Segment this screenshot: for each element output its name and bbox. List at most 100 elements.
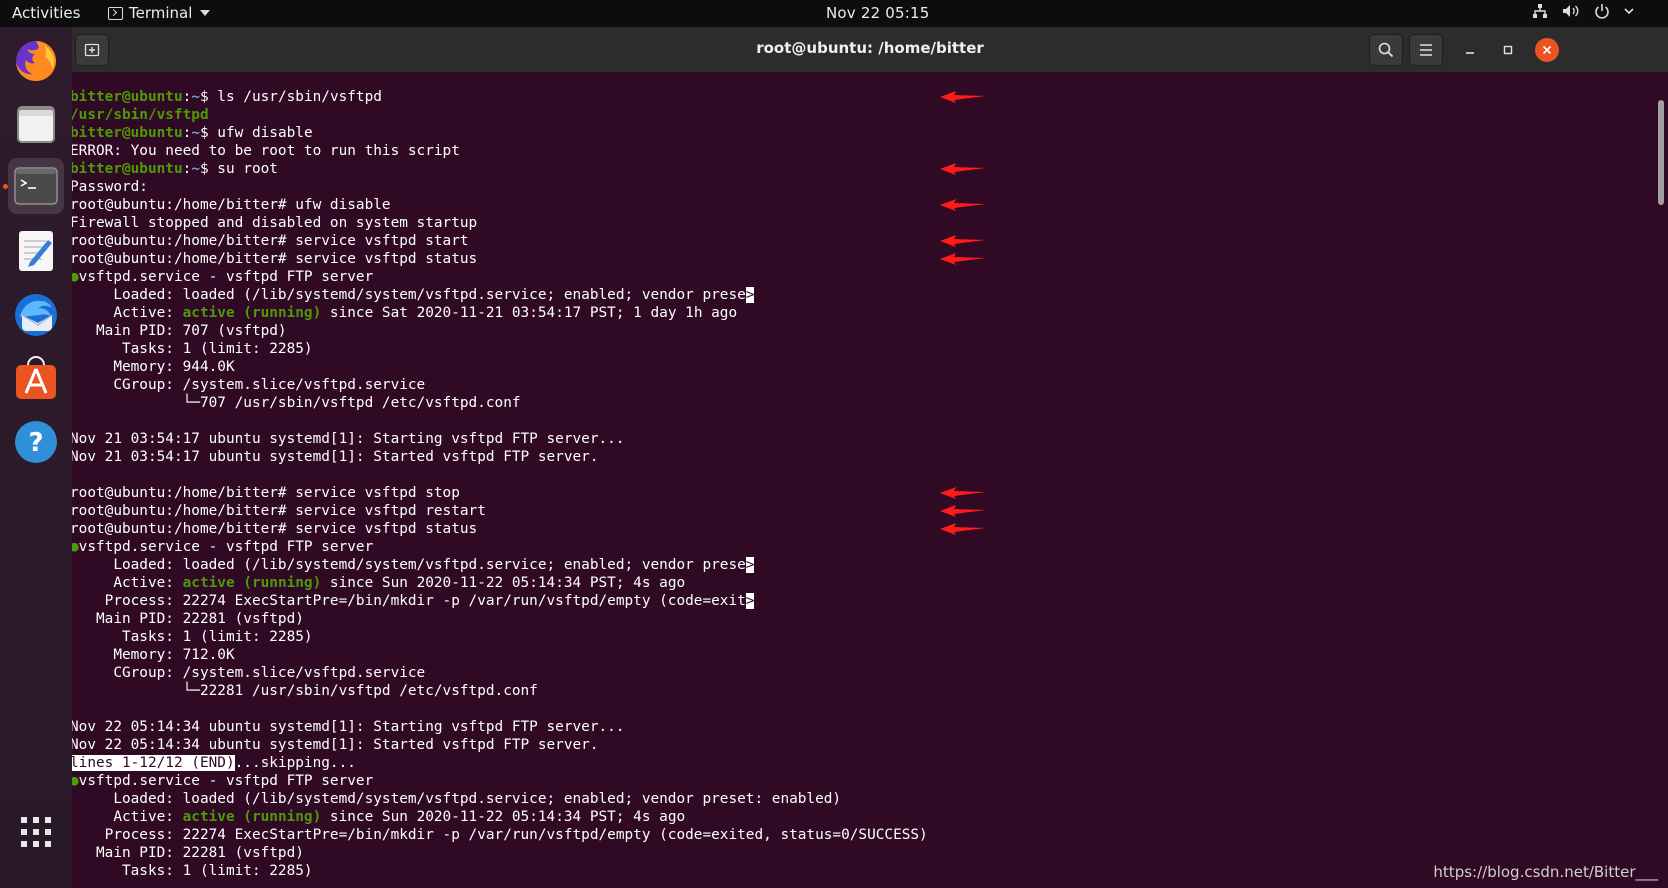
terminal-line: Tasks: 1 (limit: 2285): [72, 862, 928, 880]
red-arrow-annotation: [940, 523, 986, 535]
terminal-line: ●vsftpd.service - vsftpd FTP server: [72, 772, 928, 790]
terminal-text: :: [182, 89, 192, 105]
terminal-line: root@ubuntu:/home/bitter# service vsftpd…: [72, 502, 928, 520]
terminal-line: Main PID: 707 (vsftpd): [72, 322, 928, 340]
terminal-text: ~: [191, 125, 200, 141]
system-tray[interactable]: [1532, 3, 1634, 19]
minimize-button[interactable]: [1458, 38, 1482, 62]
terminal-text: /usr/sbin/vsftpd: [72, 107, 209, 123]
terminal-text: CGroup: /system.slice/vsftpd.service: [72, 377, 426, 393]
app-menu[interactable]: Terminal: [108, 4, 211, 22]
volume-icon[interactable]: [1562, 3, 1580, 19]
terminal-text: Tasks: 1 (limit: 2285): [72, 863, 313, 879]
terminal-text: Nov 21 03:54:17 ubuntu systemd[1]: Start…: [72, 431, 625, 447]
search-button[interactable]: [1369, 34, 1403, 66]
terminal-text: └─707 /usr/sbin/vsftpd /etc/vsftpd.conf: [72, 395, 521, 411]
dock-help[interactable]: ?: [8, 414, 64, 470]
terminal-text: root@ubuntu:/home/bitter# service vsftpd…: [72, 503, 486, 519]
dock-terminal[interactable]: [8, 158, 64, 214]
terminal-text: └─22281 /usr/sbin/vsftpd /etc/vsftpd.con…: [72, 683, 538, 699]
chevron-down-icon: [200, 10, 211, 16]
terminal-text: since Sun 2020-11-22 05:14:34 PST; 4s ag…: [321, 575, 686, 591]
terminal-line: Loaded: loaded (/lib/systemd/system/vsft…: [72, 556, 928, 574]
show-applications-button[interactable]: [8, 804, 64, 860]
menu-button[interactable]: [1409, 34, 1443, 66]
terminal-text: vsftpd.service - vsftpd FTP server: [78, 269, 374, 285]
red-arrow-annotation: [940, 253, 986, 265]
terminal-text: vsftpd.service - vsftpd FTP server: [78, 539, 374, 555]
terminal-text: Main PID: 22281 (vsftpd): [72, 611, 304, 627]
dock-firefox[interactable]: [8, 33, 64, 89]
text-editor-icon: [19, 231, 53, 271]
terminal-text: Nov 22 05:14:34 ubuntu systemd[1]: Start…: [72, 737, 599, 753]
terminal-text: :: [182, 161, 192, 177]
terminal-text: bitter@ubuntu: [72, 161, 183, 177]
terminal-line: Active: active (running) since Sat 2020-…: [72, 304, 928, 322]
terminal-line: root@ubuntu:/home/bitter# service vsftpd…: [72, 250, 928, 268]
terminal-line: CGroup: /system.slice/vsftpd.service: [72, 664, 928, 682]
activities-button[interactable]: Activities: [12, 4, 80, 22]
terminal-line: CGroup: /system.slice/vsftpd.service: [72, 376, 928, 394]
power-icon[interactable]: [1594, 3, 1610, 19]
help-icon: ?: [15, 421, 57, 463]
terminal-text: Loaded: loaded (/lib/systemd/system/vsft…: [72, 287, 746, 303]
terminal-line: Tasks: 1 (limit: 2285): [72, 628, 928, 646]
terminal-text: Loaded: loaded (/lib/systemd/system/vsft…: [72, 557, 746, 573]
terminal-line: bitter@ubuntu:~$ su root: [72, 160, 928, 178]
folder-icon: [17, 106, 55, 143]
minimize-icon: [1466, 52, 1474, 54]
close-icon: [1542, 45, 1552, 55]
top-bar: Activities Terminal Nov 22 05:15: [0, 0, 1668, 27]
terminal-line: Memory: 712.0K: [72, 646, 928, 664]
terminal-text: bitter@ubuntu: [72, 125, 183, 141]
close-button[interactable]: [1535, 38, 1559, 62]
terminal-line: ●vsftpd.service - vsftpd FTP server: [72, 268, 928, 286]
chevron-down-icon[interactable]: [1624, 7, 1634, 15]
terminal-line: bitter@ubuntu:~$ ufw disable: [72, 124, 928, 142]
terminal-text: $ ufw disable: [199, 125, 313, 141]
terminal-line: Nov 22 05:14:34 ubuntu systemd[1]: Start…: [72, 718, 928, 736]
terminal-viewport[interactable]: bitter@ubuntu:~$ ls /usr/sbin/vsftpd/usr…: [72, 74, 1657, 888]
terminal-text: ERROR: You need to be root to run this s…: [72, 143, 460, 159]
software-center-icon: [16, 356, 56, 399]
status-dot: ●: [72, 269, 79, 285]
terminal-text: >: [745, 557, 755, 573]
network-icon[interactable]: [1532, 3, 1548, 19]
terminal-text: ~: [191, 161, 200, 177]
terminal-text: >: [745, 287, 755, 303]
terminal-text: $ ls /usr/sbin/vsftpd: [199, 89, 382, 105]
status-dot: ●: [72, 539, 79, 555]
terminal-line: Active: active (running) since Sun 2020-…: [72, 808, 928, 826]
app-menu-label: Terminal: [129, 4, 193, 22]
terminal-text: Main PID: 22281 (vsftpd): [72, 845, 304, 861]
terminal-text: since Sat 2020-11-21 03:54:17 PST; 1 day…: [321, 305, 738, 321]
terminal-text: Active:: [72, 575, 183, 591]
red-arrow-annotation: [940, 163, 986, 175]
terminal-text: since Sun 2020-11-22 05:14:34 PST; 4s ag…: [321, 809, 686, 825]
dock-text-editor[interactable]: [8, 223, 64, 279]
terminal-text: Firewall stopped and disabled on system …: [72, 215, 478, 231]
terminal-line: Nov 21 03:54:17 ubuntu systemd[1]: Start…: [72, 448, 928, 466]
terminal-line: bitter@ubuntu:~$ ls /usr/sbin/vsftpd: [72, 88, 928, 106]
hamburger-icon: [1420, 44, 1432, 56]
terminal-line: └─22281 /usr/sbin/vsftpd /etc/vsftpd.con…: [72, 682, 928, 700]
terminal-text: Tasks: 1 (limit: 2285): [72, 629, 313, 645]
terminal-line: Active: active (running) since Sun 2020-…: [72, 574, 928, 592]
firefox-icon: [16, 41, 56, 81]
scrollbar-thumb[interactable]: [1658, 100, 1664, 205]
dock-files[interactable]: [8, 96, 64, 152]
terminal-line: root@ubuntu:/home/bitter# service vsftpd…: [72, 484, 928, 502]
terminal-text: Loaded: loaded (/lib/systemd/system/vsft…: [72, 791, 842, 807]
terminal-text: lines 1-12/12 (END): [72, 755, 235, 771]
svg-text:?: ?: [28, 428, 43, 458]
dock-thunderbird[interactable]: [8, 287, 64, 343]
terminal-line: Firewall stopped and disabled on system …: [72, 214, 928, 232]
maximize-button[interactable]: [1496, 38, 1520, 62]
clock[interactable]: Nov 22 05:15: [826, 4, 930, 22]
terminal-text: Process: 22274 ExecStartPre=/bin/mkdir -…: [72, 593, 746, 609]
terminal-line: Process: 22274 ExecStartPre=/bin/mkdir -…: [72, 592, 928, 610]
thunderbird-icon: [15, 294, 57, 336]
dock-software[interactable]: [8, 350, 64, 406]
